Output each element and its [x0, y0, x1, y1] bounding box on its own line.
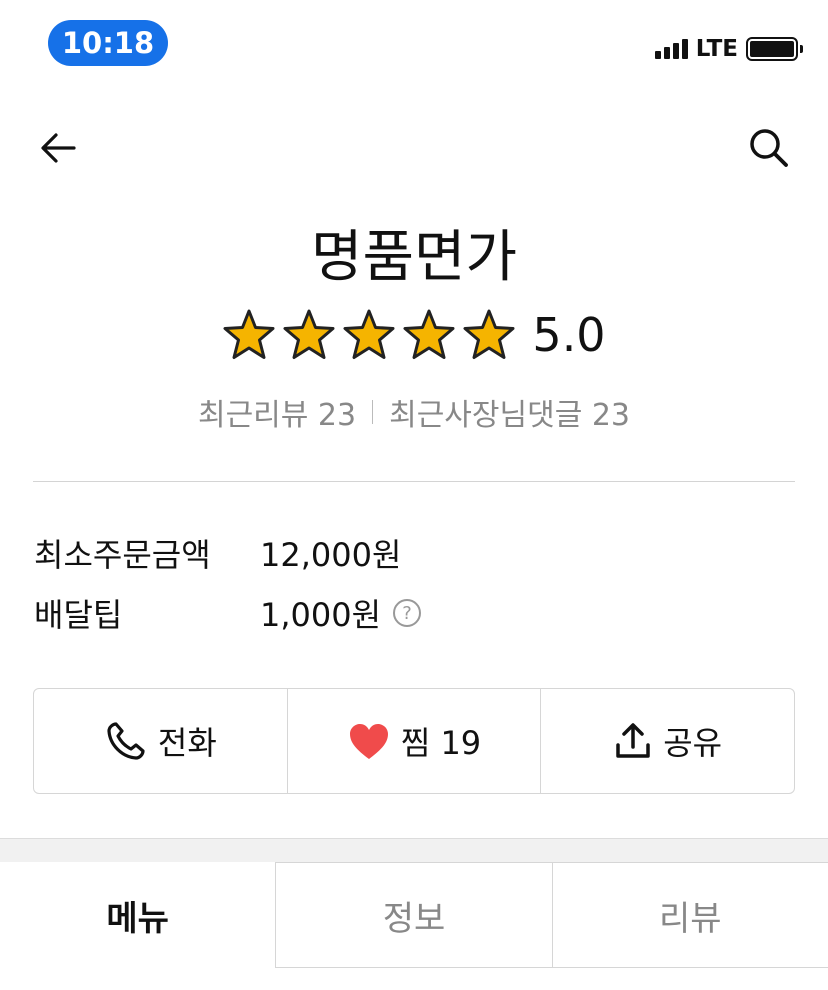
- tab-menu[interactable]: 메뉴: [0, 862, 276, 968]
- back-arrow-icon[interactable]: [36, 125, 82, 171]
- min-order-row: 최소주문금액 12,000원: [34, 530, 401, 576]
- star-icon: [463, 309, 515, 359]
- star-icon: [283, 309, 335, 359]
- tab-reviews[interactable]: 리뷰: [551, 862, 828, 968]
- tab-bar: 메뉴 정보 리뷰: [0, 862, 828, 968]
- share-icon: [616, 723, 650, 758]
- review-summary: 최근리뷰 23 최근사장님댓글 23: [0, 390, 828, 434]
- star-icon: [223, 309, 275, 359]
- like-label: 찜 19: [400, 724, 482, 762]
- battery-icon: [746, 37, 803, 61]
- signal-icon: [654, 39, 688, 59]
- delivery-tip-label: 배달팁: [34, 596, 123, 634]
- status-time: 10:18: [48, 20, 168, 66]
- rating-value: 5.0: [532, 308, 606, 362]
- status-indicators: LTE: [654, 36, 803, 62]
- call-button[interactable]: 전화: [34, 689, 287, 793]
- call-label: 전화: [157, 724, 217, 762]
- store-name: 명품면가: [310, 225, 518, 290]
- heart-icon: [349, 724, 388, 759]
- phone-icon: [107, 722, 145, 760]
- network-label: LTE: [695, 36, 738, 62]
- rating-row: 5.0: [0, 308, 828, 362]
- help-icon[interactable]: ?: [393, 599, 422, 627]
- delivery-tip-value: 1,000원: [260, 596, 382, 634]
- share-label: 공유: [663, 724, 723, 762]
- share-button[interactable]: 공유: [540, 689, 794, 793]
- delivery-tip-row: 배달팁 1,000원 ?: [34, 590, 422, 636]
- divider: [33, 481, 795, 482]
- action-bar: 전화 찜 19 공유: [33, 688, 795, 794]
- recent-reviews-link[interactable]: 최근리뷰 23: [198, 390, 356, 434]
- star-icon: [403, 309, 455, 359]
- recent-owner-replies-link[interactable]: 최근사장님댓글 23: [389, 390, 630, 434]
- min-order-label: 최소주문금액: [34, 536, 211, 574]
- review-separator: [372, 400, 374, 424]
- min-order-value: 12,000원: [260, 536, 402, 574]
- search-icon[interactable]: [746, 125, 792, 171]
- tab-info[interactable]: 정보: [275, 862, 552, 968]
- like-button[interactable]: 찜 19: [286, 689, 541, 793]
- status-bar: 10:18 LTE: [0, 0, 828, 90]
- star-icon: [343, 309, 395, 359]
- section-divider: [0, 838, 828, 862]
